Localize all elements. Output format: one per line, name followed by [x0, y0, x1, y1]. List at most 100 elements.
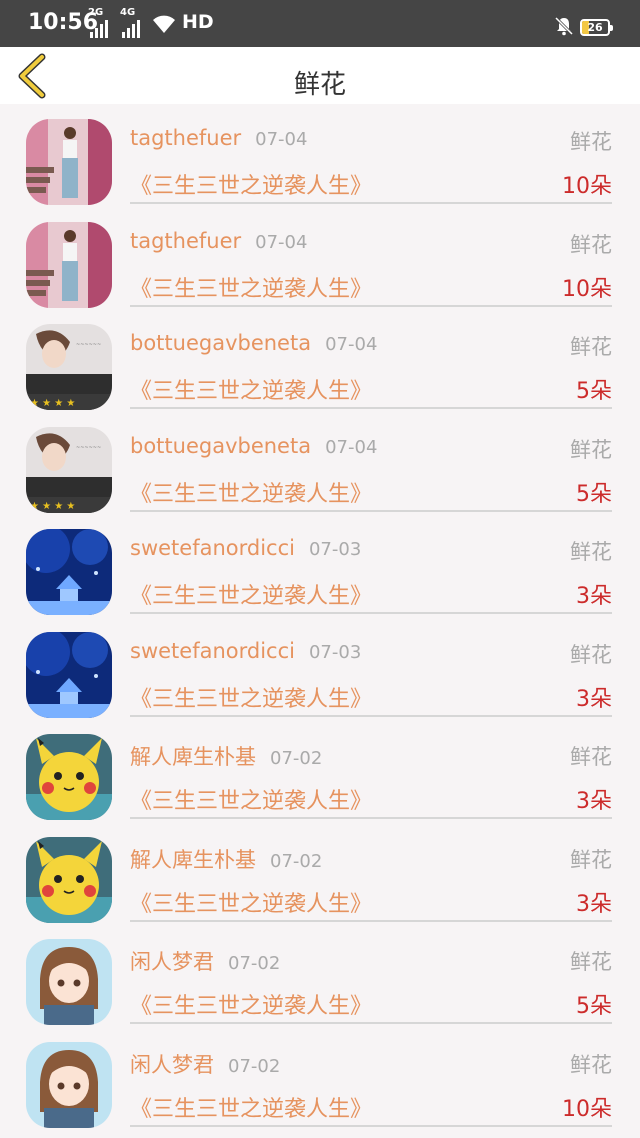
username-line: bottuegavbeneta 07-04: [130, 331, 377, 355]
divider: [130, 509, 612, 512]
username[interactable]: 解人庳生朴基: [130, 745, 256, 769]
list-item-2[interactable]: tagthefuer 07-04 鲜花 《三生三世之逆袭人生》 10朵: [0, 207, 640, 310]
date: 07-02: [270, 850, 323, 872]
list-item-4[interactable]: ★ ★ ★ ★ ~~~~~~ bottuegavbeneta 07-04 鲜花 《三…: [0, 412, 640, 515]
list-item-8[interactable]: 解人庳生朴基 07-02 鲜花 《三生三世之逆袭人生》 3朵: [0, 822, 640, 925]
list-item-3[interactable]: ★ ★ ★ ★ ~~~~~~ bottuegavbeneta 07-04 鲜花 《三…: [0, 309, 640, 412]
username[interactable]: 闲人梦君: [130, 950, 214, 974]
hd-label: HD: [182, 11, 214, 33]
list-item-1[interactable]: tagthefuer 07-04 鲜花 《三生三世之逆袭人生》 10朵: [0, 104, 640, 207]
date: 07-02: [270, 748, 323, 769]
divider: [130, 407, 612, 409]
flower-count: 5朵: [576, 379, 612, 404]
show-title[interactable]: 《三生三世之逆袭人生》: [130, 168, 372, 200]
list-item-9[interactable]: 闲人梦君 07-02 鲜花 《三生三世之逆袭人生》 5朵: [0, 924, 640, 1027]
blue-night-avatar[interactable]: [26, 631, 112, 718]
anime-girl-avatar[interactable]: [26, 939, 112, 1025]
page-title: 鲜花: [293, 70, 346, 100]
divider: [130, 1124, 612, 1127]
username[interactable]: 解人庳生朴基: [130, 848, 256, 872]
gift-type: 鲜花: [570, 437, 612, 462]
date: 07-04: [255, 231, 308, 253]
blue-night-avatar[interactable]: [26, 529, 112, 615]
show-title[interactable]: 《三生三世之逆袭人生》: [130, 476, 372, 508]
gift-type: 鲜花: [570, 745, 612, 769]
username[interactable]: bottuegavbeneta: [130, 331, 311, 355]
gift-type: 鲜花: [570, 540, 612, 564]
show-title[interactable]: 《三生三世之逆袭人生》: [130, 988, 372, 1020]
username-line: swetefanordicci 07-03: [130, 536, 361, 560]
signal-icon: [90, 20, 108, 38]
date: 07-04: [325, 436, 378, 458]
flower-count: 3朵: [576, 891, 612, 917]
pikachu-avatar[interactable]: [26, 734, 112, 820]
status-bar: 10:56 2G 4G HD 26: [0, 0, 640, 47]
person-photo-avatar[interactable]: [26, 119, 112, 205]
bell-off-icon: [554, 16, 574, 36]
show-title[interactable]: 《三生三世之逆袭人生》: [130, 373, 372, 405]
gift-type: 鲜花: [570, 232, 612, 257]
date: 07-02: [228, 953, 281, 974]
gift-type: 鲜花: [570, 847, 612, 872]
list-item-5[interactable]: swetefanordicci 07-03 鲜花 《三生三世之逆袭人生》 3朵: [0, 514, 640, 617]
username[interactable]: bottuegavbeneta: [130, 434, 311, 458]
person-photo-avatar[interactable]: [26, 221, 112, 308]
divider: [130, 817, 612, 819]
list-item-6[interactable]: swetefanordicci 07-03 鲜花 《三生三世之逆袭人生》 3朵: [0, 617, 640, 720]
username[interactable]: tagthefuer: [130, 229, 241, 253]
show-title[interactable]: 《三生三世之逆袭人生》: [130, 681, 372, 713]
divider: [130, 612, 612, 614]
username-line: swetefanordicci 07-03: [130, 639, 361, 663]
username-line: tagthefuer 07-04: [130, 126, 307, 150]
flower-count: 3朵: [576, 686, 612, 712]
flower-count: 3朵: [576, 584, 612, 609]
list-item-10[interactable]: 闲人梦君 07-02 鲜花 《三生三世之逆袭人生》 10朵: [0, 1027, 640, 1130]
pikachu-avatar[interactable]: [26, 836, 112, 923]
anime-girl-avatar[interactable]: [26, 1041, 112, 1128]
gift-type: 鲜花: [570, 642, 612, 667]
date: 07-04: [325, 334, 378, 355]
header-bar: 鲜花: [0, 47, 640, 104]
battery-level: 26: [587, 21, 603, 34]
show-title[interactable]: 《三生三世之逆袭人生》: [130, 783, 372, 815]
svg-text:★ ★ ★ ★: ★ ★ ★ ★: [30, 398, 75, 409]
divider: [130, 1022, 612, 1024]
gift-type: 鲜花: [570, 1052, 612, 1077]
username-line: bottuegavbeneta 07-04: [130, 434, 377, 458]
username[interactable]: 闲人梦君: [130, 1053, 214, 1077]
boy-photo-avatar[interactable]: ★ ★ ★ ★ ~~~~~~: [26, 324, 112, 410]
flower-count: 3朵: [576, 789, 612, 814]
svg-text:~~~~~~: ~~~~~~: [76, 445, 101, 451]
flower-count: 10朵: [562, 174, 612, 199]
date: 07-04: [255, 129, 308, 150]
boy-photo-avatar[interactable]: ★ ★ ★ ★ ~~~~~~: [26, 426, 112, 513]
username[interactable]: swetefanordicci: [130, 639, 295, 663]
show-title[interactable]: 《三生三世之逆袭人生》: [130, 1091, 372, 1123]
show-title[interactable]: 《三生三世之逆袭人生》: [130, 578, 372, 610]
network-4g-label: 4G: [120, 7, 136, 18]
svg-text:★ ★ ★ ★: ★ ★ ★ ★: [30, 501, 75, 512]
gift-record-list: tagthefuer 07-04 鲜花 《三生三世之逆袭人生》 10朵 tagth…: [0, 104, 640, 1129]
flower-count: 10朵: [562, 276, 612, 302]
divider: [130, 304, 612, 307]
wifi-icon: [153, 15, 175, 33]
divider: [130, 714, 612, 717]
flower-count: 10朵: [562, 1096, 612, 1122]
gift-type: 鲜花: [570, 950, 612, 974]
show-title[interactable]: 《三生三世之逆袭人生》: [130, 886, 372, 918]
username-line: 解人庳生朴基 07-02: [130, 741, 322, 771]
show-title[interactable]: 《三生三世之逆袭人生》: [130, 271, 372, 303]
divider: [130, 202, 612, 204]
network-2g-label: 2G: [88, 7, 104, 18]
date: 07-03: [308, 641, 362, 663]
username[interactable]: swetefanordicci: [130, 536, 295, 560]
date: 07-03: [308, 539, 362, 560]
signal-icon-2: [122, 20, 140, 38]
flower-count: 5朵: [576, 994, 612, 1019]
divider: [130, 919, 612, 922]
list-item-7[interactable]: 解人庳生朴基 07-02 鲜花 《三生三世之逆袭人生》 3朵: [0, 719, 640, 822]
gift-type: 鲜花: [570, 335, 612, 359]
gift-type: 鲜花: [570, 130, 612, 154]
username-line: 解人庳生朴基 07-02: [130, 844, 322, 874]
username[interactable]: tagthefuer: [130, 126, 241, 150]
